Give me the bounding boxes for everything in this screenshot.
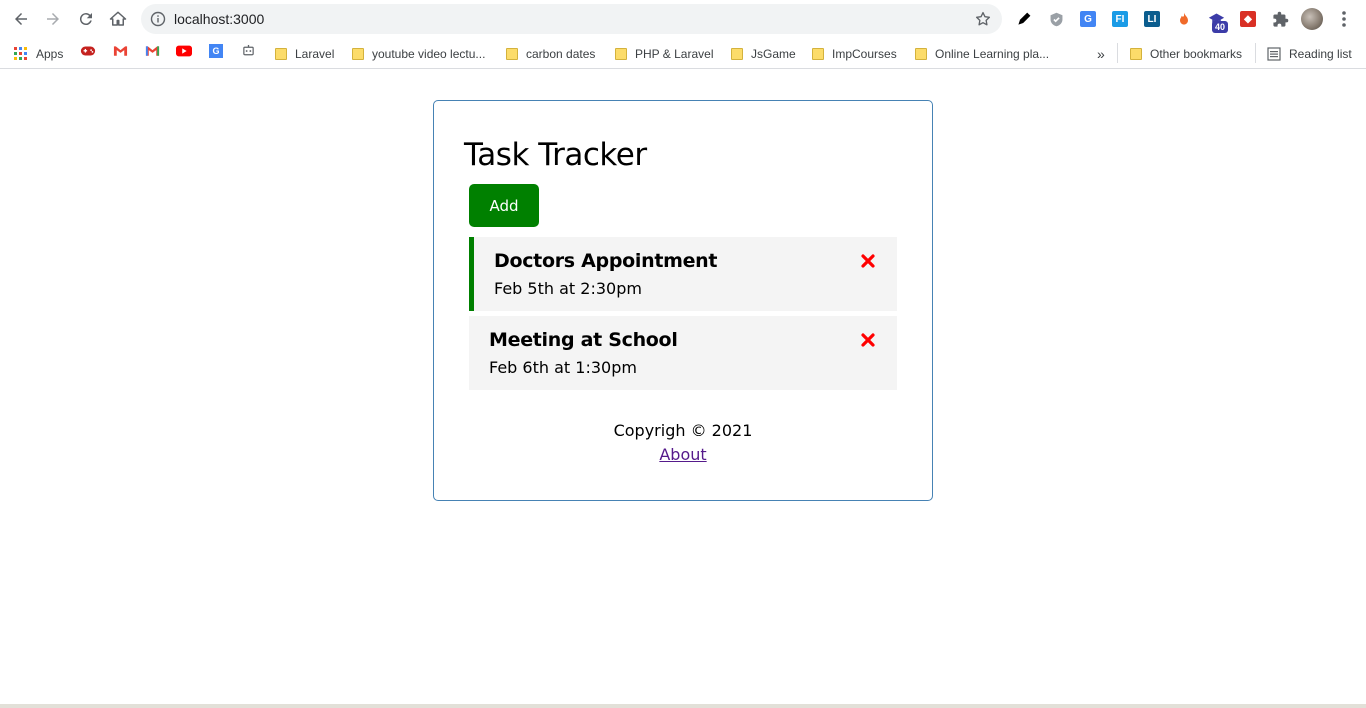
- profile-avatar[interactable]: [1301, 8, 1323, 30]
- bookmark-apps[interactable]: Apps: [14, 44, 63, 64]
- li-extension-icon[interactable]: LI: [1142, 9, 1162, 29]
- reload-button[interactable]: [76, 9, 96, 29]
- copyright-text: Copyrigh © 2021: [613, 421, 753, 440]
- back-button[interactable]: [11, 9, 31, 29]
- bookmark-folder-carbon-dates[interactable]: carbon dates: [506, 44, 595, 64]
- gmail-icon[interactable]: [112, 44, 128, 58]
- home-button[interactable]: [108, 9, 128, 29]
- bottom-edge-strip: [0, 704, 1366, 708]
- bookmark-folder-label: JsGame: [751, 47, 796, 61]
- bookmark-folder-label: Other bookmarks: [1150, 47, 1243, 61]
- youtube-icon[interactable]: [176, 44, 192, 58]
- fi-extension-icon[interactable]: FI: [1110, 9, 1130, 29]
- folder-icon: [731, 48, 743, 60]
- bookmark-folder-impcourses[interactable]: ImpCourses: [812, 44, 897, 64]
- bookmarks-bar: Apps G Laravel youtube video lectu... ca…: [0, 38, 1366, 69]
- task-tracker-container: Task Tracker Add Doctors Appointment Feb…: [433, 100, 933, 501]
- task-title: Doctors Appointment: [494, 250, 718, 272]
- bookmark-folder-youtube-lectures[interactable]: youtube video lectu...: [352, 44, 485, 64]
- task-item[interactable]: Meeting at School Feb 6th at 1:30pm: [469, 316, 897, 390]
- task-day: Feb 6th at 1:30pm: [489, 358, 637, 377]
- pen-extension-icon[interactable]: [1014, 9, 1034, 29]
- flame-extension-icon[interactable]: [1174, 9, 1194, 29]
- bookmark-apps-label: Apps: [36, 47, 64, 61]
- task-item[interactable]: Doctors Appointment Feb 5th at 2:30pm: [469, 237, 897, 311]
- folder-icon: [812, 48, 824, 60]
- bookmark-star-icon[interactable]: [974, 10, 992, 28]
- reading-list-icon: [1267, 47, 1281, 61]
- home-icon: [109, 11, 127, 26]
- info-icon[interactable]: [150, 11, 166, 27]
- bookmarks-overflow-chevron-icon[interactable]: »: [1097, 44, 1105, 64]
- browser-toolbar: localhost:3000 G FI LI 40 ◆: [0, 0, 1366, 38]
- extensions-puzzle-icon[interactable]: [1270, 9, 1290, 29]
- folder-icon: [915, 48, 927, 60]
- folder-icon: [352, 48, 364, 60]
- task-day: Feb 5th at 2:30pm: [494, 279, 642, 298]
- bookmark-folder-laravel[interactable]: Laravel: [275, 44, 334, 64]
- task-title: Meeting at School: [489, 329, 678, 351]
- bookmark-folder-label: ImpCourses: [832, 47, 897, 61]
- reading-list-button[interactable]: Reading list: [1267, 44, 1352, 64]
- delete-x-icon[interactable]: [861, 254, 875, 268]
- reload-icon: [79, 13, 92, 26]
- bookmark-folder-online-learning[interactable]: Online Learning pla...: [915, 44, 1049, 64]
- app-title: Task Tracker: [464, 137, 647, 173]
- bookmark-other-bookmarks[interactable]: Other bookmarks: [1130, 44, 1242, 64]
- arrow-left-icon: [15, 13, 27, 25]
- add-task-button[interactable]: Add: [469, 184, 539, 227]
- apps-grid-icon: [14, 47, 27, 60]
- google-translate-extension-icon[interactable]: G: [1078, 9, 1098, 29]
- bookmarks-divider: [1117, 43, 1118, 63]
- app-footer: Copyrigh © 2021 About: [434, 421, 932, 464]
- extension-badge: 40: [1212, 21, 1229, 33]
- bookmark-folder-php-laravel[interactable]: PHP & Laravel: [615, 44, 714, 64]
- gmail-icon-2[interactable]: [144, 44, 160, 58]
- folder-icon: [275, 48, 287, 60]
- reading-list-label: Reading list: [1289, 47, 1352, 61]
- folder-icon: [1130, 48, 1142, 60]
- bookmark-folder-label: carbon dates: [526, 47, 596, 61]
- shield-extension-icon[interactable]: [1046, 9, 1066, 29]
- bookmarks-divider: [1255, 43, 1256, 63]
- bookmark-folder-label: youtube video lectu...: [372, 47, 486, 61]
- about-link[interactable]: About: [434, 445, 932, 464]
- bookmark-folder-label: Online Learning pla...: [935, 47, 1050, 61]
- translate-icon[interactable]: G: [208, 44, 224, 58]
- gamepad-icon[interactable]: [80, 44, 96, 58]
- bookmark-folder-label: PHP & Laravel: [635, 47, 714, 61]
- address-bar[interactable]: localhost:3000: [141, 4, 1002, 34]
- folder-icon: [506, 48, 518, 60]
- folder-icon: [615, 48, 627, 60]
- forward-button[interactable]: [43, 9, 63, 29]
- kebab-menu-icon[interactable]: [1336, 9, 1352, 29]
- bookmark-folder-jsgame[interactable]: JsGame: [731, 44, 796, 64]
- red-extension-icon[interactable]: ◆: [1238, 9, 1258, 29]
- delete-x-icon[interactable]: [861, 333, 875, 347]
- arrow-right-icon: [47, 13, 59, 25]
- robot-icon[interactable]: [240, 44, 256, 58]
- url-text[interactable]: localhost:3000: [174, 11, 264, 27]
- bookmark-folder-label: Laravel: [295, 47, 335, 61]
